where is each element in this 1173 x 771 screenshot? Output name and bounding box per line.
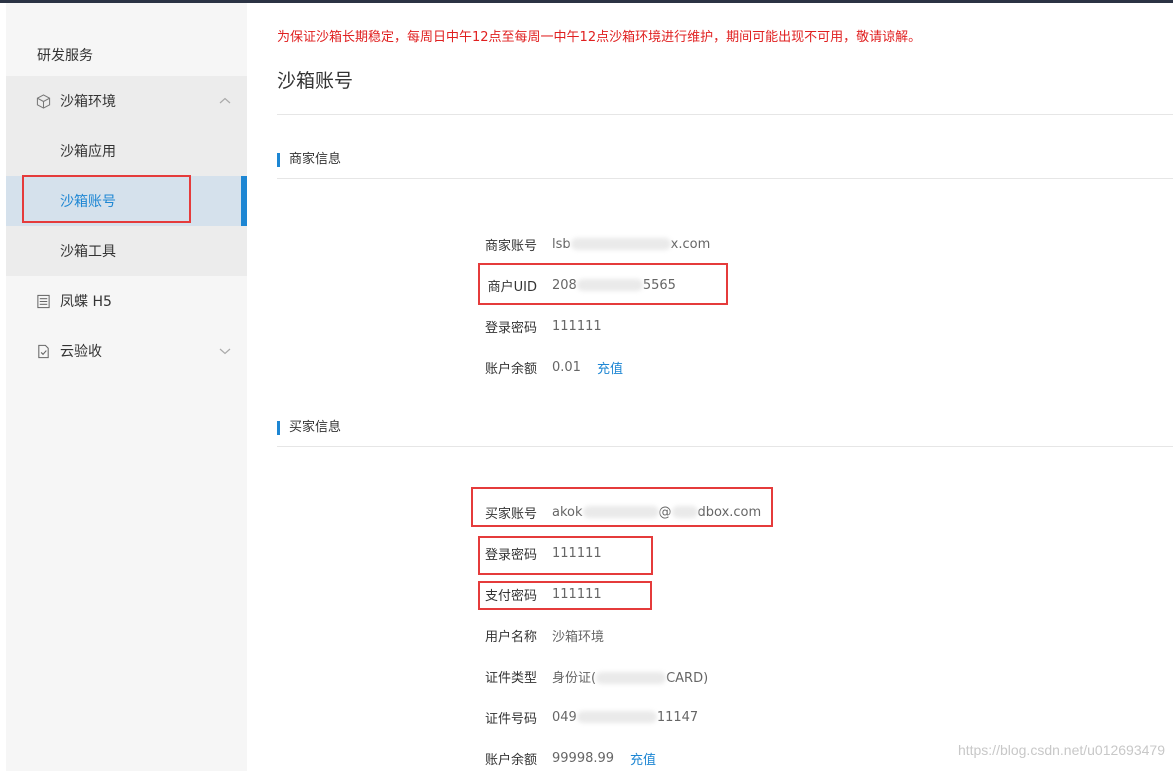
buyer-section-title: 买家信息 — [277, 421, 341, 435]
annotation-box-buyer-account — [471, 487, 773, 527]
chevron-down-icon — [219, 348, 231, 355]
sidebar-item-label: 沙箱环境 — [60, 94, 116, 110]
field-label: 证件类型 — [484, 670, 537, 686]
sidebar-item-label: 沙箱工具 — [60, 244, 116, 260]
buyer-balance-row: 账户余额 99998.99 充值 — [430, 748, 656, 768]
field-label: 账户余额 — [484, 361, 537, 377]
buyer-id-type-value: 身份证(CARD) — [552, 670, 709, 686]
merchant-account-row: 商家账号 lsb x.com — [430, 234, 710, 254]
field-label: 账户余额 — [484, 752, 537, 768]
cube-icon — [36, 94, 51, 109]
annotation-box-pay-password — [478, 581, 652, 610]
buyer-name-value: 沙箱环境 — [552, 629, 605, 645]
merchant-password-value: 111111 — [552, 318, 602, 334]
sidebar-item-cloud-acceptance[interactable]: 云验收 — [6, 326, 247, 376]
buyer-id-number-row: 证件号码 049 11147 — [430, 707, 698, 727]
annotation-box-uid — [478, 263, 728, 305]
sidebar-item-label: 凤蝶 H5 — [60, 294, 112, 310]
maintenance-notice: 为保证沙箱长期稳定，每周日中午12点至每周一中午12点沙箱环境进行维护，期间可能… — [277, 30, 922, 45]
merchant-balance-row: 账户余额 0.01 充值 — [430, 357, 623, 377]
merchant-account-value: lsb x.com — [552, 236, 711, 252]
merchant-balance-value: 0.01 — [552, 359, 581, 375]
merchant-section-title: 商家信息 — [277, 153, 341, 167]
merchant-password-row: 登录密码 111111 — [430, 316, 602, 336]
sidebar: 研发服务 沙箱环境 沙箱应用 沙箱账号 沙箱工具 凤蝶 H5 云验收 — [0, 3, 247, 771]
field-label: 用户名称 — [484, 629, 537, 645]
sidebar-item-fengdie-h5[interactable]: 凤蝶 H5 — [6, 276, 247, 326]
sidebar-item-label: 沙箱应用 — [60, 144, 116, 160]
sidebar-item-sandbox-tools[interactable]: 沙箱工具 — [6, 226, 247, 276]
merchant-divider — [277, 178, 1173, 179]
page-title: 沙箱账号 — [277, 70, 354, 92]
sidebar-item-label: 云验收 — [60, 344, 102, 360]
annotation-box-login-password — [478, 536, 653, 575]
buyer-recharge-link[interactable]: 充值 — [630, 749, 656, 768]
field-label: 登录密码 — [484, 320, 537, 336]
sidebar-item-sandbox-env[interactable]: 沙箱环境 — [6, 76, 247, 126]
chevron-up-icon — [219, 97, 231, 104]
merchant-recharge-link[interactable]: 充值 — [597, 358, 623, 377]
buyer-name-row: 用户名称 沙箱环境 — [430, 625, 604, 645]
layout-icon — [37, 294, 50, 309]
field-label: 证件号码 — [484, 711, 537, 727]
title-divider — [277, 114, 1173, 115]
field-label: 商家账号 — [484, 238, 537, 254]
watermark: https://blog.csdn.net/u012693479 — [957, 742, 1165, 758]
sidebar-item-sandbox-app[interactable]: 沙箱应用 — [6, 126, 247, 176]
sidebar-header: 研发服务 — [37, 48, 93, 64]
active-indicator — [241, 176, 247, 226]
buyer-balance-value: 99998.99 — [552, 750, 615, 766]
document-check-icon — [38, 344, 49, 359]
buyer-divider — [277, 446, 1173, 447]
annotation-box-sidebar — [22, 175, 191, 223]
buyer-id-number-value: 049 11147 — [552, 709, 699, 725]
buyer-id-type-row: 证件类型 身份证(CARD) — [430, 666, 708, 686]
